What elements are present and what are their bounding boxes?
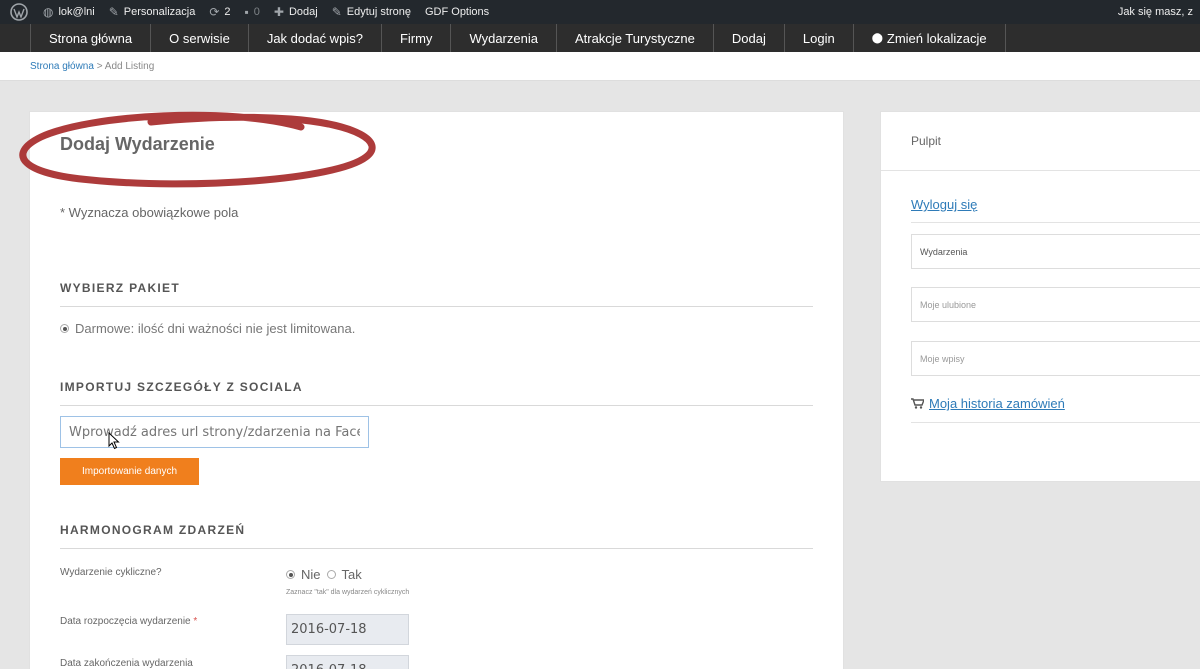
schedule-divider [60, 548, 813, 549]
breadcrumb-home-link[interactable]: Strona główna [30, 61, 94, 72]
wordpress-logo-icon[interactable] [0, 0, 36, 24]
brush-icon: ✎ [108, 5, 119, 19]
package-heading: Wybierz pakiet [60, 281, 180, 295]
updates-link[interactable]: ⟳ 2 [202, 0, 237, 24]
start-date-input[interactable] [286, 614, 409, 645]
mouse-cursor-icon [108, 432, 120, 450]
breadcrumb-current: Add Listing [104, 61, 155, 72]
plus-icon: ✚ [273, 5, 284, 19]
end-date-input[interactable] [286, 655, 409, 669]
customize-label: Personalizacja [123, 6, 196, 18]
dashboard-icon: ◍ [43, 5, 54, 19]
nav-item-how-to-add[interactable]: Jak dodać wpis? [247, 24, 381, 52]
site-name: lok@lni [58, 6, 95, 18]
recurring-options: Nie Tak [286, 567, 362, 582]
customize-link[interactable]: ✎ Personalizacja [102, 0, 203, 24]
package-radio[interactable] [60, 324, 69, 333]
comments-count: 0 [253, 6, 260, 18]
edit-page-link[interactable]: ✎ Edytuj stronę [325, 0, 418, 24]
required-fields-note: * Wyznacza obowiązkowe pola [60, 205, 239, 220]
schedule-heading: Harmonogram zdarzeń [60, 523, 246, 537]
pencil-icon: ✎ [331, 5, 342, 19]
howdy-account-link[interactable]: Jak się masz, z [1111, 0, 1200, 24]
comment-icon: ▪ [244, 5, 249, 19]
admin-site-link[interactable]: ◍ lok@lni [36, 0, 102, 24]
logout-link[interactable]: Wyloguj się [911, 197, 977, 212]
start-date-label: Data rozpoczęcia wydarzenie * [60, 616, 197, 627]
sidebar-bottom-divider [911, 422, 1200, 423]
breadcrumb: Strona główna > Add Listing [30, 61, 154, 72]
updates-count: 2 [224, 6, 231, 18]
sidebar-divider [911, 222, 1200, 223]
recurring-label: Wydarzenie cykliczne? [60, 567, 162, 578]
order-history-label: Moja historia zamówień [929, 396, 1065, 411]
recurring-hint: Zaznacz "tak" dla wydarzeń cyklicznych [286, 589, 410, 596]
map-marker-icon: ⬤ [871, 32, 883, 44]
package-divider [60, 306, 813, 307]
nav-item-companies[interactable]: Firmy [380, 24, 451, 52]
new-content-link[interactable]: ✚ Dodaj [267, 0, 325, 24]
main-navigation: Strona główna O serwisie Jak dodać wpis?… [0, 24, 1200, 52]
order-history-link[interactable]: Moja historia zamówień [911, 396, 1065, 411]
package-option-label: Darmowe: ilość dni ważności nie jest lim… [75, 321, 356, 336]
gdf-label: GDF Options [424, 6, 490, 18]
import-heading: Importuj szczegóły z sociala [60, 380, 303, 394]
comments-link[interactable]: ▪ 0 [238, 0, 267, 24]
edit-label: Edytuj stronę [346, 6, 411, 18]
add-listing-panel: Dodaj Wydarzenie * Wyznacza obowiązkowe … [19, 111, 844, 669]
recurring-no-radio[interactable] [286, 570, 295, 579]
updates-icon: ⟳ [209, 5, 220, 19]
facebook-url-input[interactable] [60, 416, 369, 448]
sidebar-item-my-listings[interactable]: Moje wpisy [911, 341, 1200, 376]
breadcrumb-bar: Strona główna > Add Listing [0, 52, 1200, 81]
nav-item-home[interactable]: Strona główna [30, 24, 150, 52]
recurring-yes-label: Tak [341, 567, 362, 582]
import-divider [60, 405, 813, 406]
nav-menu: Strona główna O serwisie Jak dodać wpis?… [30, 24, 1006, 52]
end-date-label: Data zakończenia wydarzenia [60, 658, 193, 669]
change-location-label: Zmień lokalizacje [886, 30, 987, 46]
cart-icon [911, 398, 924, 409]
nav-item-attractions[interactable]: Atrakcje Turystyczne [555, 24, 713, 52]
dashboard-sidebar: Pulpit Wyloguj się Wydarzenia Moje ulubi… [880, 111, 1200, 482]
gdf-options-link[interactable]: GDF Options [418, 0, 496, 24]
nav-item-add[interactable]: Dodaj [712, 24, 784, 52]
recurring-no-label: Nie [301, 567, 321, 582]
sidebar-item-events[interactable]: Wydarzenia [911, 234, 1200, 269]
import-data-button[interactable]: Importowanie danych [60, 458, 199, 485]
package-option[interactable]: Darmowe: ilość dni ważności nie jest lim… [60, 321, 355, 336]
recurring-yes-radio[interactable] [326, 570, 336, 579]
admin-bar: ◍ lok@lni ✎ Personalizacja ⟳ 2 ▪ 0 ✚ Dod… [0, 0, 1200, 24]
start-date-label-text: Data rozpoczęcia wydarzenie [60, 616, 191, 627]
breadcrumb-separator: > [93, 61, 105, 72]
sidebar-title: Pulpit [911, 134, 942, 148]
new-label: Dodaj [288, 6, 318, 18]
required-marker: * [193, 616, 198, 627]
nav-item-change-location[interactable]: ⬤ Zmień lokalizacje [852, 24, 1006, 52]
sidebar-header: Pulpit [881, 112, 1200, 171]
nav-item-about[interactable]: O serwisie [150, 24, 248, 52]
nav-item-login[interactable]: Login [783, 24, 853, 52]
nav-item-events[interactable]: Wydarzenia [450, 24, 556, 52]
sidebar-item-favorites[interactable]: Moje ulubione [911, 287, 1200, 322]
page-title: Dodaj Wydarzenie [60, 134, 215, 154]
